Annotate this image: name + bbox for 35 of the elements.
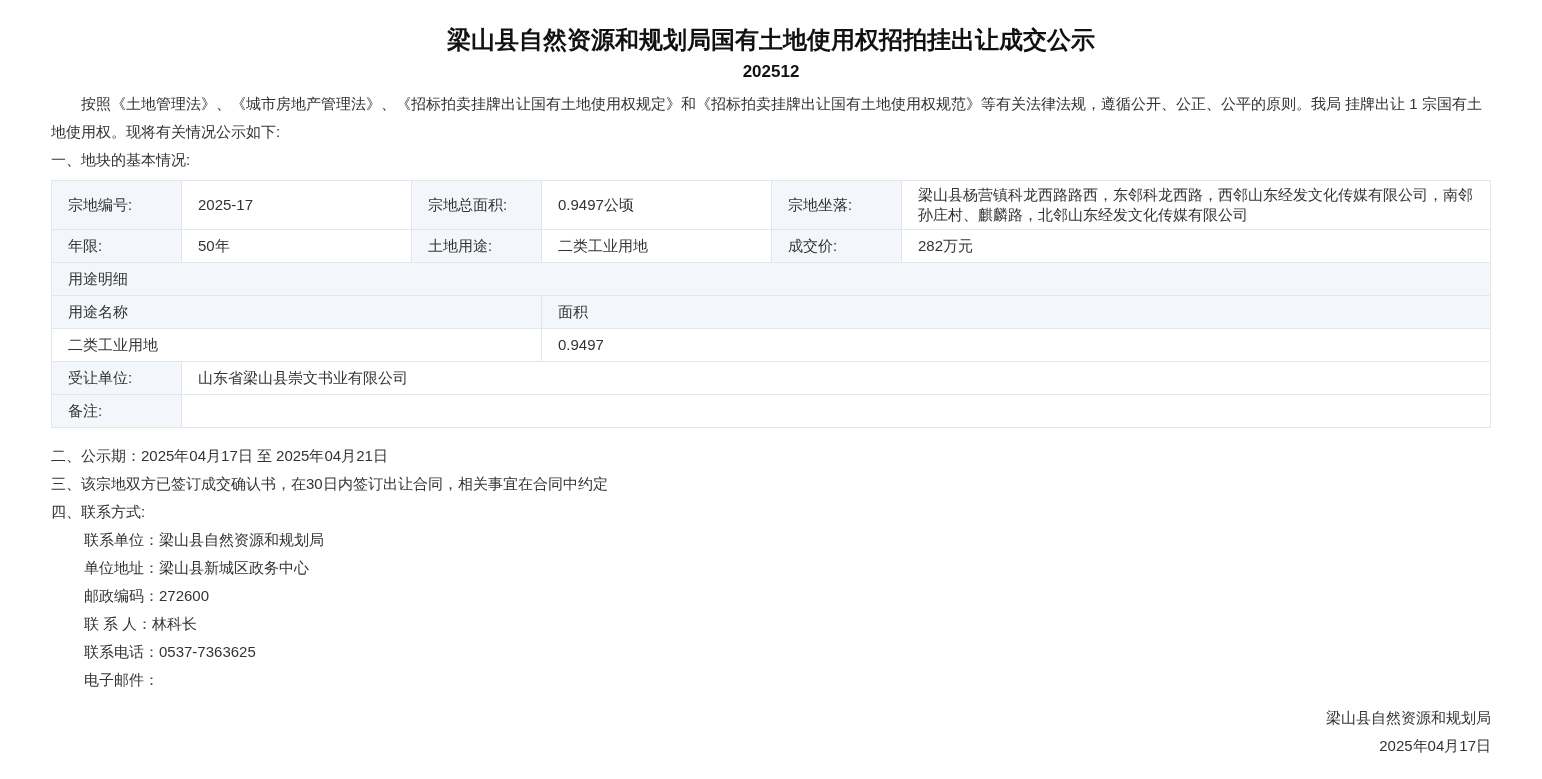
header-cell: 用途名称 [51,295,542,329]
label-cell: 年限: [51,229,182,263]
label-cell: 受让单位: [51,361,182,395]
label-cell: 宗地坐落: [771,180,902,230]
contact-line: 联 系 人：林科长 [84,614,199,634]
section-heading: 四、联系方式: [51,502,147,522]
label-cell: 备注: [51,394,182,428]
intro-paragraph: 按照《土地管理法》、《城市房地产管理法》、《招标拍卖挂牌出让国有土地使用权规定》和《招标拍卖挂牌出让国有土地使用权规范》等有关法律法规，遵循公开、公正、公平的原则。我局 挂牌出让 1 宗国有土地使用权。现将有关情况公示如下: [51,94,1483,142]
value-cell: 282万元 [901,229,1491,263]
contract-note: 三、该宗地双方已签订成交确认书，在30日内签订出让合同，相关事宜在合同中约定 [51,474,609,494]
section-cell: 用途明细 [51,262,1491,296]
table-cell: 二类工业用地 [51,328,542,362]
value-cell: 山东省梁山县崇文书业有限公司 [181,361,1491,395]
value-cell: 50年 [181,229,412,263]
notice-title: 梁山县自然资源和规划局国有土地使用权招拍挂出让成交公示 [446,25,1096,55]
contact-line: 联系电话：0537-7363625 [84,642,257,662]
header-cell: 面积 [541,295,1491,329]
label-cell: 土地用途: [411,229,542,263]
label-cell: 成交价: [771,229,902,263]
notice-period: 二、公示期：2025年04月17日 至 2025年04月21日 [51,446,389,466]
value-cell: 0.9497公顷 [541,180,772,230]
value-cell: 2025-17 [181,180,412,230]
contact-line: 电子邮件： [84,670,160,690]
contact-line: 联系单位：梁山县自然资源和规划局 [84,530,325,550]
contact-line: 邮政编码：272600 [84,586,211,606]
contact-line: 单位地址：梁山县新城区政务中心 [84,558,310,578]
label-cell: 宗地总面积: [411,180,542,230]
table-cell: 0.9497 [541,328,1491,362]
issue-date: 2025年04月17日 [1378,736,1491,756]
label-cell: 宗地编号: [51,180,182,230]
value-cell: 梁山县杨营镇科龙西路路西，东邻科龙西路，西邻山东经发文化传媒有限公司，南邻孙庄村、麒麟路，北邻山东经发文化传媒有限公司 [901,180,1491,230]
issuer-name: 梁山县自然资源和规划局 [1325,708,1491,728]
notice-number: 202512 [741,61,801,83]
value-cell: 二类工业用地 [541,229,772,263]
section-heading: 一、地块的基本情况: [51,150,192,170]
